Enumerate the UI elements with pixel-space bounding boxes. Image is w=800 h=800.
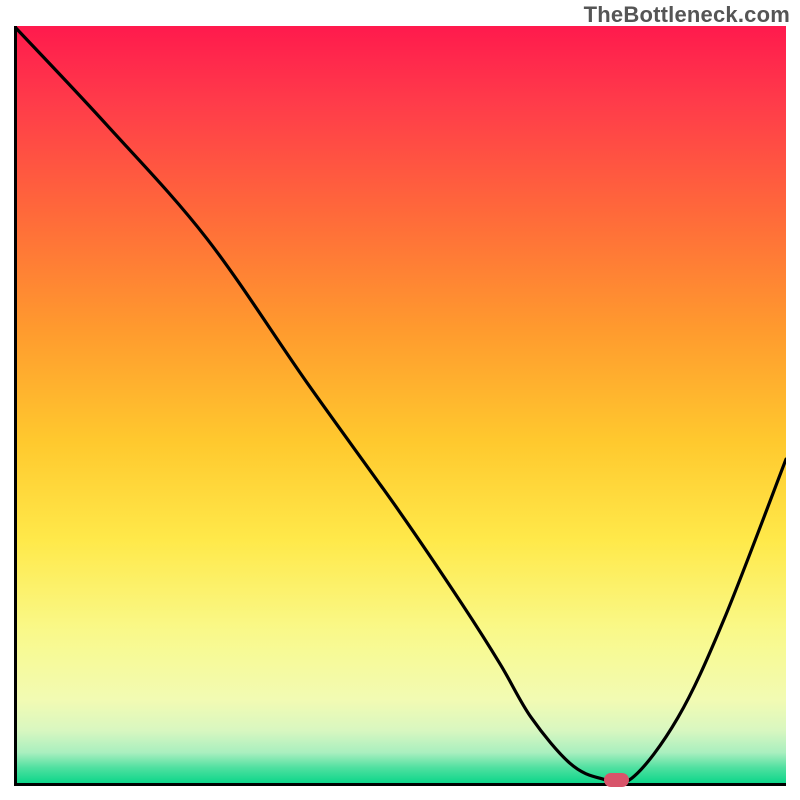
highlight-marker <box>604 773 629 787</box>
chart-plot-area <box>14 26 786 786</box>
watermark-text: TheBottleneck.com <box>584 2 790 28</box>
chart-container: TheBottleneck.com <box>0 0 800 800</box>
